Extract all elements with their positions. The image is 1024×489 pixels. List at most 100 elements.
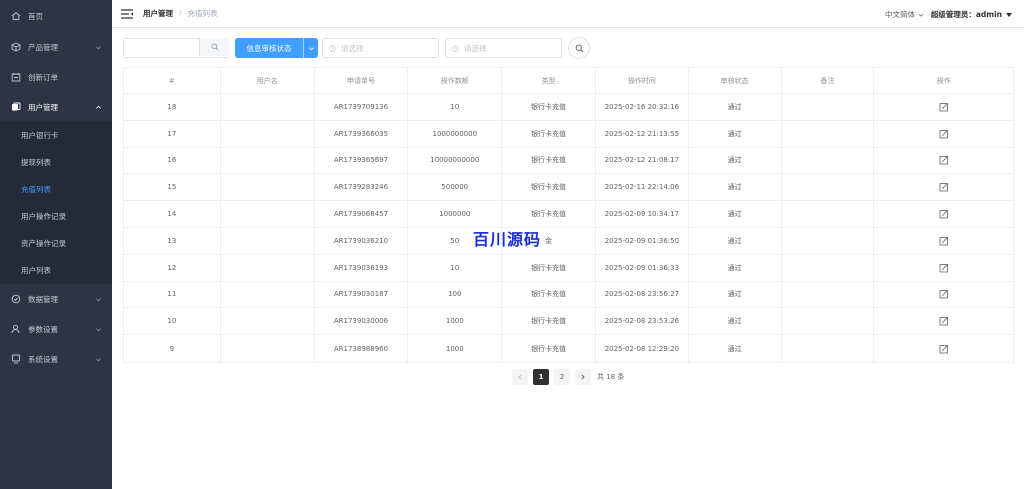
search-input[interactable] bbox=[123, 38, 229, 58]
end-date-picker[interactable]: 请选择 bbox=[445, 38, 562, 58]
edit-icon[interactable] bbox=[939, 129, 949, 139]
user-menu[interactable]: 超级管理员：admin bbox=[931, 9, 1012, 20]
users-icon bbox=[10, 101, 22, 113]
user-gear-icon bbox=[10, 323, 22, 335]
cell-actions bbox=[874, 255, 1013, 281]
cell-time: 2025-02-11 22:14:06 bbox=[596, 174, 689, 201]
cell-type: 银行卡充值 bbox=[502, 335, 596, 362]
table-row: 11 AR1739030187 100 银行卡充值 2025-02-08 23:56:2… bbox=[124, 281, 1013, 309]
sidebar-item-label: 产品管理 bbox=[28, 42, 58, 52]
edit-icon[interactable] bbox=[939, 155, 949, 165]
cell-actions bbox=[874, 174, 1013, 200]
sidebar-item-label: 数据管理 bbox=[28, 294, 58, 304]
sidebar-subitem-user-list[interactable]: 用户列表 bbox=[0, 257, 112, 284]
edit-icon[interactable] bbox=[939, 236, 949, 246]
filter-search-button[interactable] bbox=[568, 37, 590, 59]
next-page-button[interactable] bbox=[575, 369, 591, 385]
top-header: 用户管理 / 充值列表 中文简体 超级管理员：admin bbox=[112, 0, 1024, 28]
cell-username bbox=[221, 335, 315, 362]
chevron-down-icon bbox=[96, 358, 101, 362]
cell-note bbox=[782, 227, 875, 254]
sidebar-subitem-recharges[interactable]: 充值列表 bbox=[0, 176, 112, 203]
cell-status: 通过 bbox=[689, 335, 782, 362]
sidebar-item-home[interactable]: 首页 bbox=[0, 0, 112, 32]
user-name: 超级管理员：admin bbox=[930, 10, 1002, 19]
caret-down-icon bbox=[1006, 12, 1012, 17]
sidebar-item-products[interactable]: 产品管理 bbox=[0, 32, 112, 62]
sidebar-item-parameters[interactable]: 参数设置 bbox=[0, 314, 112, 344]
cell-amount: 500000 bbox=[408, 174, 503, 201]
table-row: 9 AR1738988960 1000 银行卡充值 2025-02-08 12:29:2… bbox=[124, 335, 1013, 362]
page-button-2[interactable]: 2 bbox=[554, 369, 570, 385]
edit-icon[interactable] bbox=[939, 102, 949, 112]
cell-username bbox=[221, 120, 315, 147]
edit-icon[interactable] bbox=[939, 182, 949, 192]
sidebar-subitem-bank-cards[interactable]: 用户银行卡 bbox=[0, 122, 112, 149]
audit-status-dropdown[interactable]: 信息审核状态 bbox=[235, 38, 318, 58]
cell-username bbox=[221, 147, 315, 174]
start-date-picker[interactable]: 请选择 bbox=[322, 38, 439, 58]
cell-index: 9 bbox=[124, 335, 221, 362]
sidebar-subitem-user-logs[interactable]: 用户操作记录 bbox=[0, 203, 112, 230]
cell-time: 2025-02-09 01:36:33 bbox=[596, 254, 689, 281]
chevron-down-icon bbox=[96, 298, 101, 302]
cell-time: 2025-02-08 23:53:26 bbox=[596, 308, 689, 335]
cell-actions bbox=[874, 282, 1013, 308]
edit-icon[interactable] bbox=[939, 263, 949, 273]
cell-status: 通过 bbox=[689, 120, 782, 147]
language-selector[interactable]: 中文简体 bbox=[885, 9, 924, 20]
edit-icon[interactable] bbox=[939, 209, 949, 219]
sidebar-subitem-withdrawals[interactable]: 提现列表 bbox=[0, 149, 112, 176]
sidebar-item-label: 用户管理 bbox=[28, 102, 58, 112]
home-icon bbox=[10, 10, 22, 22]
cell-actions bbox=[874, 94, 1013, 120]
column-header-amount: 操作数额 bbox=[408, 68, 503, 93]
sidebar-item-system-settings[interactable]: 系统设置 bbox=[0, 344, 112, 374]
table-row: 12 AR1739036193 10 银行卡充值 2025-02-09 01:36:33… bbox=[124, 254, 1013, 282]
cell-amount: 1000 bbox=[408, 308, 503, 335]
cell-index: 18 bbox=[124, 94, 221, 120]
table-row: 17 AR1739366035 1000000000 银行卡充值 2025-02-12 … bbox=[124, 120, 1013, 148]
dropdown-toggle[interactable] bbox=[303, 38, 318, 58]
cell-index: 10 bbox=[124, 308, 221, 335]
table-row: 18 AR1739709136 10 银行卡充值 2025-02-16 20:32:16… bbox=[124, 94, 1013, 121]
pagination-total: 共 18 条 bbox=[597, 373, 625, 381]
cell-note bbox=[782, 335, 875, 362]
cell-amount: 10 bbox=[408, 254, 503, 281]
cell-order-number: AR1739068457 bbox=[315, 201, 409, 227]
cell-index: 11 bbox=[124, 281, 221, 308]
cell-note bbox=[782, 120, 875, 147]
cell-status: 通过 bbox=[689, 201, 782, 227]
breadcrumb-current: 充值列表 bbox=[187, 9, 218, 18]
sidebar-submenu: 用户银行卡 提现列表 充值列表 用户操作记录 资产操作记录 用户列表 bbox=[0, 122, 112, 284]
recharge-table: # 用户名 申请单号 操作数额 类型 操作时间 审核状态 备注 操作 18 AR1… bbox=[123, 67, 1014, 363]
sidebar-item-label: 首页 bbox=[28, 11, 43, 21]
cell-username bbox=[221, 308, 315, 335]
sidebar-item-user-management[interactable]: 用户管理 bbox=[0, 92, 112, 122]
sidebar-subitem-asset-logs[interactable]: 资产操作记录 bbox=[0, 230, 112, 257]
cell-type: 银行卡充值 bbox=[502, 308, 596, 335]
edit-icon[interactable] bbox=[939, 344, 949, 354]
edit-icon[interactable] bbox=[939, 289, 949, 299]
table-body: 18 AR1739709136 10 银行卡充值 2025-02-16 20:32:16… bbox=[124, 94, 1013, 362]
cell-order-number: AR1739036193 bbox=[315, 254, 409, 281]
cell-index: 16 bbox=[124, 147, 221, 174]
table-row: 15 AR1739283246 500000 银行卡充值 2025-02-11 22:1… bbox=[124, 174, 1013, 202]
cell-note bbox=[782, 174, 875, 201]
cell-index: 15 bbox=[124, 174, 221, 201]
cell-order-number: AR1739709136 bbox=[315, 94, 409, 120]
cell-username bbox=[221, 174, 315, 201]
cell-index: 12 bbox=[124, 254, 221, 281]
edit-icon[interactable] bbox=[939, 316, 949, 326]
cell-status: 通过 bbox=[689, 254, 782, 281]
page-button-1[interactable]: 1 bbox=[533, 369, 549, 385]
cell-order-number: AR1738988960 bbox=[315, 335, 409, 362]
sidebar-item-data-management[interactable]: 数据管理 bbox=[0, 284, 112, 314]
sidebar-item-orders[interactable]: 创新订单 bbox=[0, 62, 112, 92]
prev-page-button[interactable] bbox=[512, 369, 528, 385]
chevron-down-icon bbox=[308, 46, 314, 50]
menu-toggle-icon[interactable] bbox=[121, 8, 133, 19]
column-header-time: 操作时间 bbox=[596, 68, 689, 93]
cell-username bbox=[221, 281, 315, 308]
clock-icon bbox=[452, 44, 459, 52]
